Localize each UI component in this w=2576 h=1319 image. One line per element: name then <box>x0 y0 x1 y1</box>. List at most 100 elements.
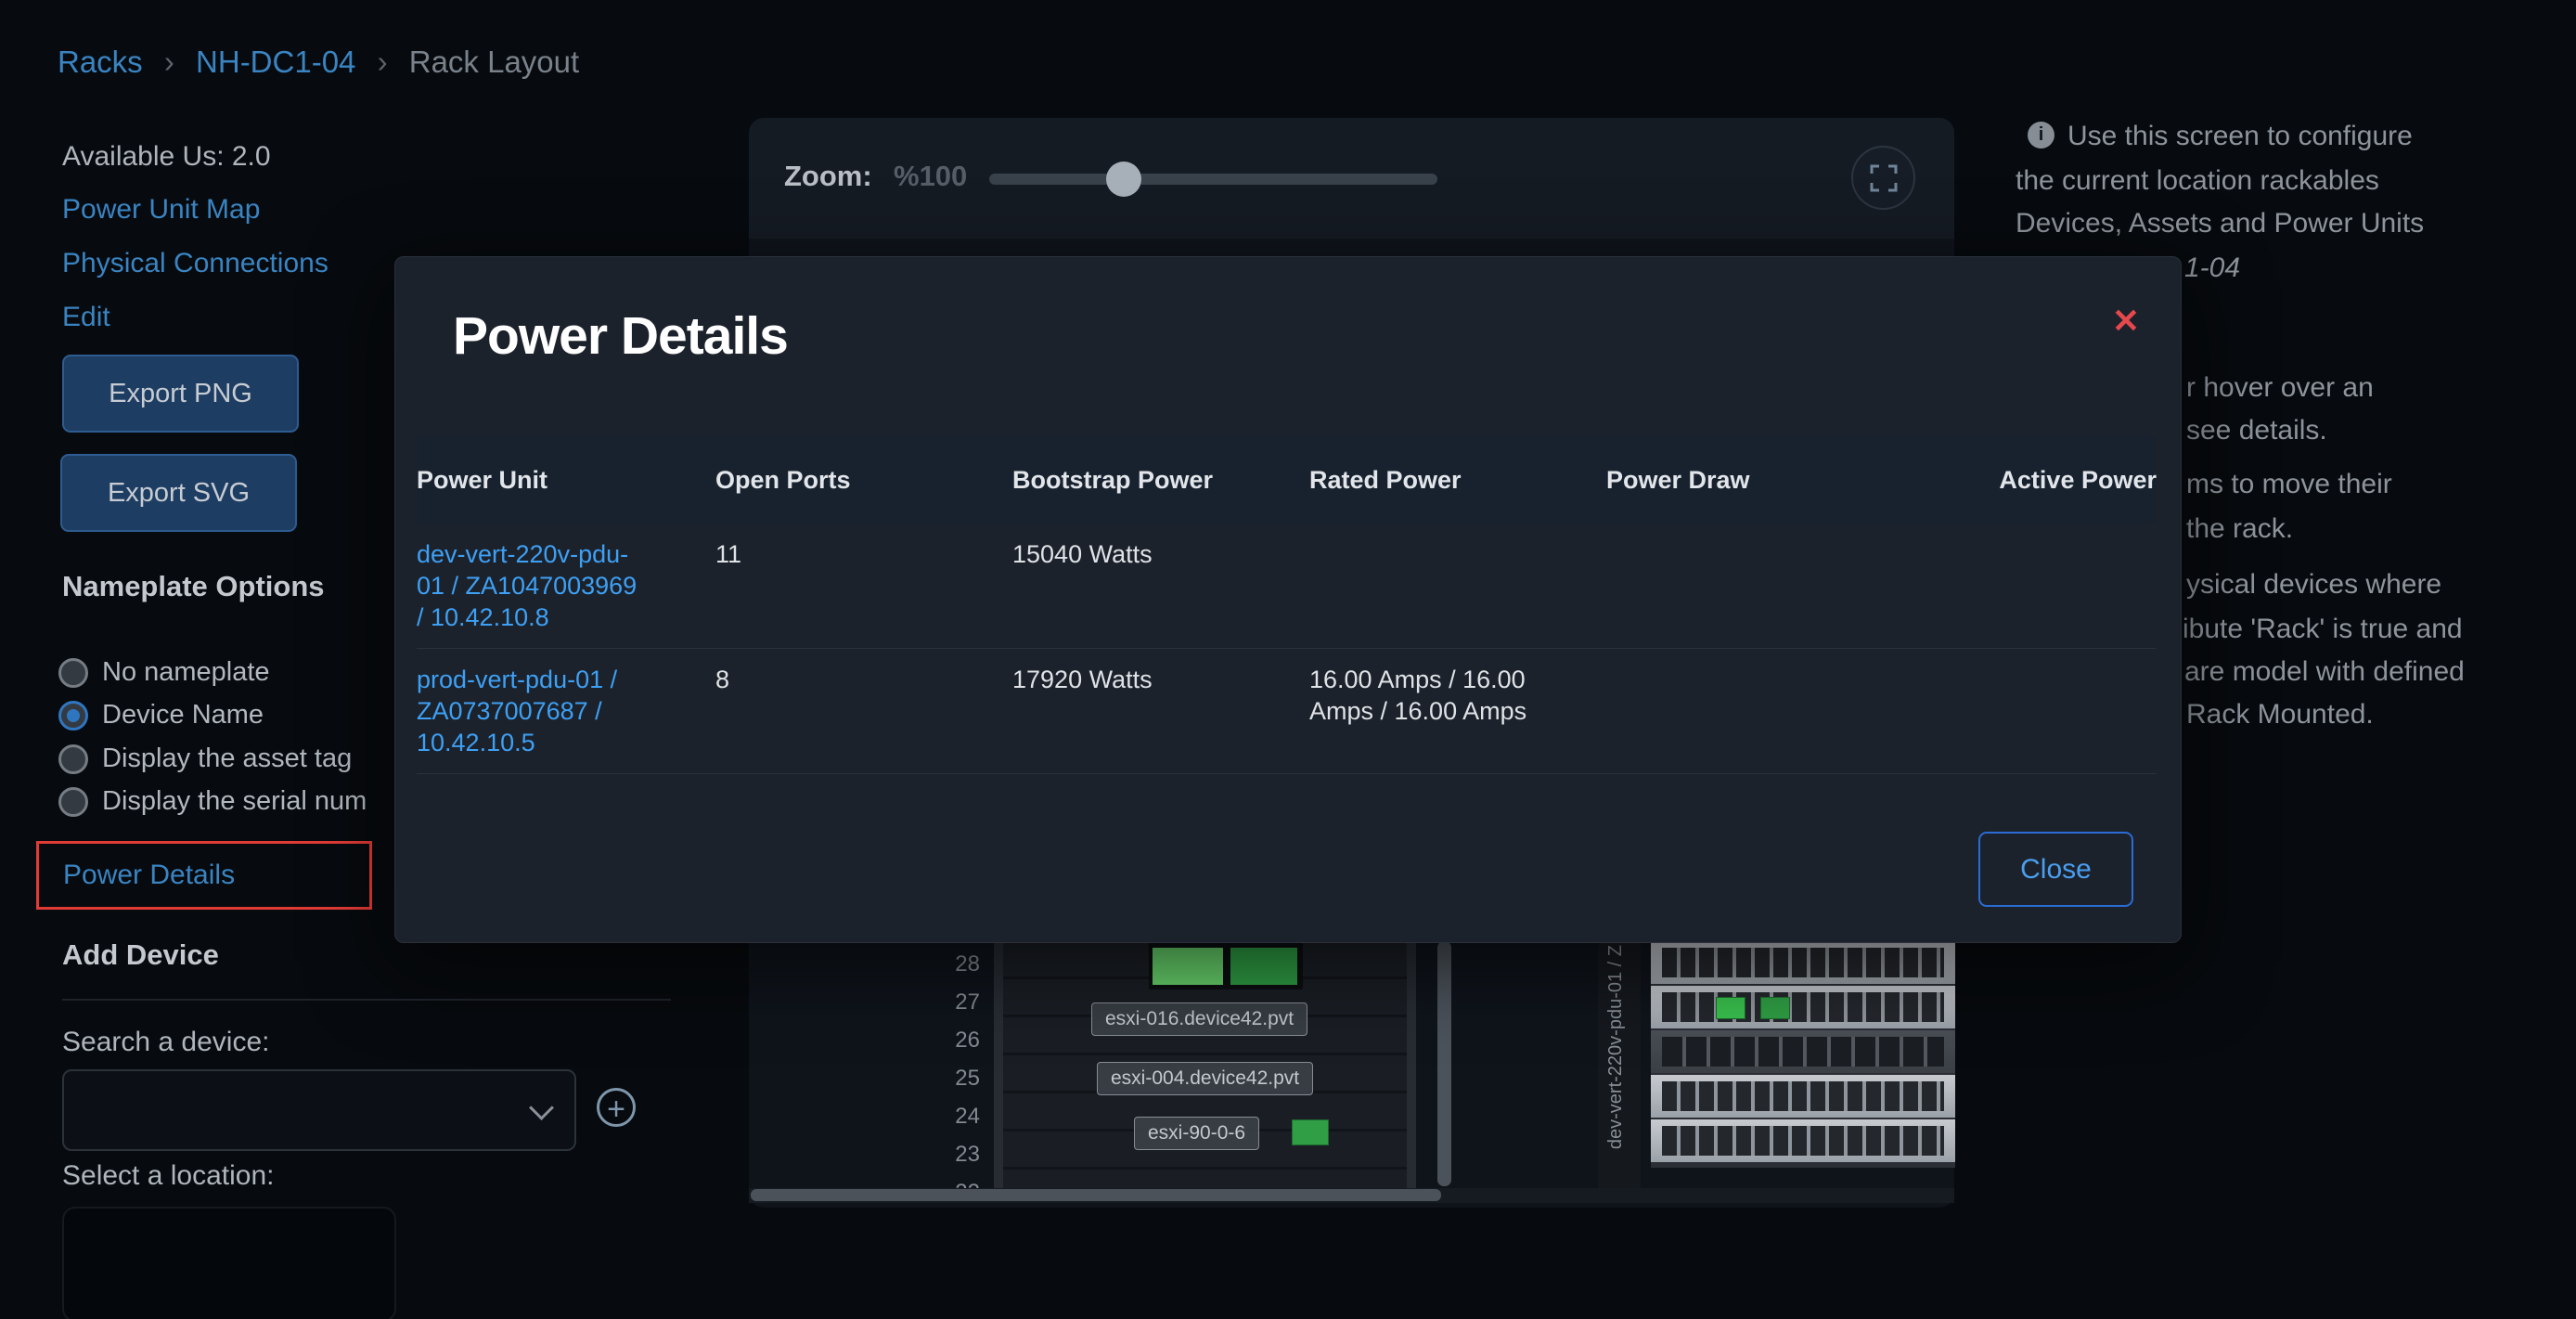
radio-no-nameplate[interactable]: No nameplate <box>58 657 270 688</box>
drive-slots <box>1662 948 1944 977</box>
radio-icon <box>58 744 88 774</box>
header-open-ports: Open Ports <box>715 436 1012 524</box>
device-badge-esxi-004[interactable]: esxi-004.device42.pvt <box>1097 1062 1313 1095</box>
page: Racks › NH-DC1-04 › Rack Layout Availabl… <box>0 0 2576 1319</box>
drive-slots <box>1662 1037 1944 1067</box>
select-location-label: Select a location: <box>62 1160 274 1192</box>
add-device-button[interactable]: + <box>597 1088 636 1127</box>
add-device-heading: Add Device <box>62 938 219 972</box>
header-bootstrap-power: Bootstrap Power <box>1012 436 1309 524</box>
power-details-link-label: Power Details <box>63 860 235 891</box>
cell-rated-power <box>1309 524 1606 648</box>
modal-close-icon[interactable]: ✕ <box>2112 302 2140 341</box>
sidebar-link-physical-connections[interactable]: Physical Connections <box>62 248 328 279</box>
cell-rated-power: 16.00 Amps / 16.00 Amps / 16.00 Amps <box>1309 649 1606 773</box>
radio-device-name[interactable]: Device Name <box>58 700 264 731</box>
table-header-row: Power Unit Open Ports Bootstrap Power Ra… <box>417 436 2157 524</box>
cell-bootstrap-power: 17920 Watts <box>1012 649 1309 773</box>
cell-active-power <box>1903 649 2157 773</box>
lcd-panel-right <box>1230 948 1297 985</box>
cell-open-ports: 11 <box>715 524 1012 648</box>
help-fragment: see details. <box>2186 414 2327 447</box>
table-row: dev-vert-220v-pdu-01 / ZA1047003969 / 10… <box>417 524 2157 649</box>
cell-power-unit: prod-vert-pdu-01 / ZA0737007687 / 10.42.… <box>417 649 715 773</box>
rack-front-image-right <box>1651 941 1955 1168</box>
location-select[interactable] <box>62 1207 396 1319</box>
export-svg-button[interactable]: Export SVG <box>60 454 297 532</box>
header-rated-power: Rated Power <box>1309 436 1606 524</box>
radio-icon <box>58 658 88 688</box>
sidebar-link-edit[interactable]: Edit <box>62 302 110 333</box>
rack-unit-numbers: 28 27 26 25 24 23 22 <box>932 945 980 1211</box>
power-unit-link[interactable]: prod-vert-pdu-01 / ZA0737007687 / 10.42.… <box>417 664 649 758</box>
header-power-draw: Power Draw <box>1606 436 1903 524</box>
fullscreen-button[interactable] <box>1851 146 1915 210</box>
table-row: prod-vert-pdu-01 / ZA0737007687 / 10.42.… <box>417 649 2157 774</box>
lcd-panel-left <box>1153 948 1223 985</box>
cell-power-draw <box>1606 649 1903 773</box>
search-device-label: Search a device: <box>62 1027 269 1058</box>
zoom-slider-thumb[interactable] <box>1106 162 1141 197</box>
breadcrumb-rack-link[interactable]: NH-DC1-04 <box>196 45 355 79</box>
available-units-label: Available Us: 2.0 <box>62 141 271 173</box>
radio-display-asset-tag[interactable]: Display the asset tag <box>58 744 352 774</box>
vertical-pdu[interactable]: dev-vert-220v-pdu-01 / Z <box>1598 941 1641 1190</box>
server-unit <box>1651 1075 1955 1118</box>
device-lcd-screen <box>1149 943 1303 989</box>
breadcrumb-racks-link[interactable]: Racks <box>58 45 143 79</box>
help-rack-name-fragment: 1-04 <box>2184 252 2240 285</box>
fullscreen-icon <box>1870 164 1898 192</box>
device-status-screen <box>1292 1119 1329 1145</box>
breadcrumb-separator: › <box>378 45 388 79</box>
drive-slots <box>1662 992 1944 1022</box>
power-details-link-highlighted[interactable]: Power Details <box>36 841 372 910</box>
cell-active-power <box>1903 524 2157 648</box>
modal-close-button[interactable]: Close <box>1978 832 2133 907</box>
help-fragment: ibute 'Rack' is true and <box>2183 613 2463 646</box>
canvas-vertical-scrollbar[interactable] <box>1437 941 1451 1186</box>
zoom-slider-track[interactable] <box>989 174 1437 185</box>
info-icon: i <box>2028 122 2054 149</box>
server-unit <box>1651 941 1955 984</box>
help-fragment: Rack Mounted. <box>2186 698 2374 731</box>
cell-power-draw <box>1606 524 1903 648</box>
radio-display-serial-number[interactable]: Display the serial num <box>58 786 367 817</box>
help-text-line: the current location rackables <box>2016 164 2379 198</box>
breadcrumb: Racks › NH-DC1-04 › Rack Layout <box>58 45 579 80</box>
header-active-power: Active Power <box>1903 436 2157 524</box>
server-lcd-icon <box>1716 997 1745 1019</box>
help-fragment: ms to move their <box>2186 468 2392 501</box>
help-fragment: r hover over an <box>2186 371 2374 405</box>
radio-icon <box>58 787 88 817</box>
cell-power-unit: dev-vert-220v-pdu-01 / ZA1047003969 / 10… <box>417 524 715 648</box>
cell-open-ports: 8 <box>715 649 1012 773</box>
header-power-unit: Power Unit <box>417 436 715 524</box>
breadcrumb-separator: › <box>164 45 174 79</box>
zoom-label: Zoom: <box>784 160 872 193</box>
help-fragment: the rack. <box>2186 512 2293 546</box>
help-text-line: Use this screen to configure <box>2067 120 2413 153</box>
help-fragment: are model with defined <box>2184 655 2465 689</box>
server-unit <box>1651 1119 1955 1162</box>
server-unit <box>1651 1030 1955 1073</box>
sidebar-link-power-unit-map[interactable]: Power Unit Map <box>62 194 260 226</box>
export-png-button[interactable]: Export PNG <box>62 355 299 433</box>
pdu-vertical-label: dev-vert-220v-pdu-01 / Z <box>1605 945 1627 1149</box>
device-badge-esxi-016[interactable]: esxi-016.device42.pvt <box>1091 1002 1307 1036</box>
power-units-table: Power Unit Open Ports Bootstrap Power Ra… <box>417 436 2157 774</box>
help-fragment: ysical devices where <box>2186 568 2441 601</box>
rated-power-value: 16.00 Amps / 16.00 Amps / 16.00 Amps <box>1309 664 1549 727</box>
canvas-horizontal-scrollbar-thumb[interactable] <box>751 1189 1441 1201</box>
zoom-value: %100 <box>894 160 967 193</box>
drive-slots <box>1662 1081 1944 1111</box>
device-badge-esxi-90-0-6[interactable]: esxi-90-0-6 <box>1134 1117 1259 1150</box>
power-unit-link[interactable]: dev-vert-220v-pdu-01 / ZA1047003969 / 10… <box>417 538 649 633</box>
help-text-line: Devices, Assets and Power Units <box>2016 207 2424 240</box>
drive-slots <box>1662 1126 1944 1156</box>
device-select[interactable] <box>62 1069 576 1151</box>
cell-bootstrap-power: 15040 Watts <box>1012 524 1309 648</box>
chevron-down-icon <box>529 1095 554 1120</box>
breadcrumb-current: Rack Layout <box>409 45 579 79</box>
modal-title: Power Details <box>453 305 788 367</box>
server-lcd-icon <box>1760 997 1790 1019</box>
